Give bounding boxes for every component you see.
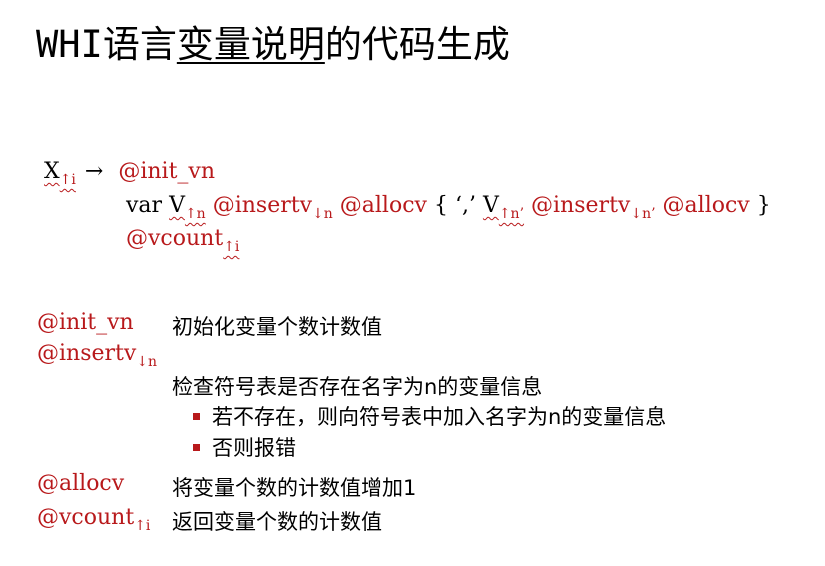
desc-name-insert: @insertv↓n: [37, 341, 157, 370]
rule-line-1: X↑i → @init_vn: [44, 159, 216, 188]
desc-name-init: @init_vn: [37, 310, 134, 335]
rule-insert-sub: ↓n: [312, 206, 333, 222]
bullet-square-icon: [193, 413, 200, 420]
rule-vcount-sub: ↑i: [223, 239, 240, 255]
desc-text-init: 初始化变量个数计数值: [172, 315, 382, 339]
rule-v2: V: [482, 193, 499, 218]
rule-line-3: @vcount↑i: [126, 226, 239, 255]
desc-name-alloc: @allocv: [37, 471, 125, 496]
arrow-icon: →: [84, 159, 104, 184]
rule-brace-close: }: [756, 193, 771, 218]
title-part1: WHI语言: [36, 23, 177, 66]
rule-lhs: X: [44, 159, 60, 184]
rule-insert2-sub: ↓n’: [630, 206, 656, 222]
bullet-text-2: 否则报错: [212, 436, 296, 460]
rule-brace-open: {: [433, 193, 448, 218]
title-part3: 的代码生成: [324, 23, 510, 66]
desc-text-vcount: 返回变量个数的计数值: [172, 510, 382, 534]
title-underlined: 变量说明: [176, 23, 325, 66]
rule-kw-var: var: [126, 193, 163, 218]
rule-action-init: @init_vn: [118, 159, 216, 184]
bullet-item: 否则报错: [193, 432, 296, 462]
bullet-item: 若不存在，则向符号表中加入名字为n的变量信息: [193, 401, 666, 431]
rule-v-sub: ↑n: [184, 206, 206, 222]
rule-action-alloc: @allocv: [339, 193, 427, 218]
desc-text-insert: 检查符号表是否存在名字为n的变量信息: [172, 375, 543, 399]
slide-title: WHI语言变量说明的代码生成: [36, 26, 510, 63]
rule-comma: ‘,’: [454, 193, 476, 218]
rule-action-vcount: @vcount: [126, 226, 224, 251]
rule-v: V: [169, 193, 185, 218]
desc-name-insert-label: @insertv: [37, 341, 137, 366]
rule-action-alloc2: @allocv: [662, 193, 750, 218]
rule-action-insert: @insertv: [212, 193, 313, 218]
desc-name-insert-sub: ↓n: [136, 354, 158, 370]
rule-line-2: var V↑n @insertv↓n @allocv { ‘,’ V↑n’ @i…: [126, 193, 771, 222]
desc-text-alloc: 将变量个数的计数值增加1: [172, 476, 417, 500]
rule-lhs-sub: ↑i: [59, 172, 76, 188]
bullet-square-icon: [193, 444, 200, 451]
desc-name-vcount-sub: ↑i: [134, 518, 151, 534]
rule-action-insert2: @insertv: [531, 193, 631, 218]
rule-v2-sub: ↑n’: [498, 206, 525, 222]
desc-name-vcount: @vcount↑i: [37, 505, 150, 534]
desc-name-vcount-label: @vcount: [37, 505, 135, 530]
bullet-text-1: 若不存在，则向符号表中加入名字为n的变量信息: [212, 405, 667, 429]
